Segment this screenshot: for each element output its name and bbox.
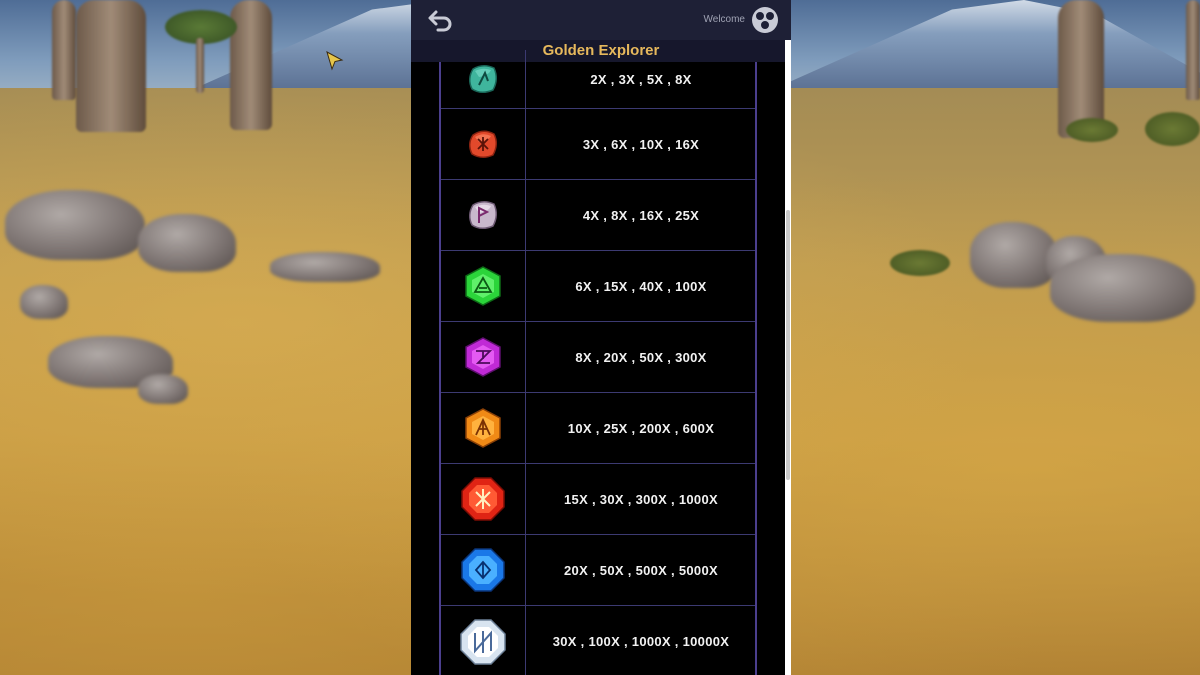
paytable-row: 8X , 20X , 50X , 300X [441,322,755,393]
rock [1050,254,1195,322]
payout-values: 4X , 8X , 16X , 25X [582,207,700,223]
purple-gem-icon [465,337,501,377]
rock [5,190,145,260]
rock [138,374,188,404]
symbol-cell [441,535,526,605]
red-rune-stone-icon [469,130,497,158]
payout-values: 15X , 30X , 300X , 1000X [564,491,718,507]
rock [970,222,1058,288]
paytable-grid: 2X , 3X , 5X , 8X 3X , 6X , 10X , 16X 4X… [439,50,757,675]
scrollbar[interactable] [785,40,791,675]
rock [270,252,380,282]
symbol-cell [441,251,526,321]
paytable-row: 6X , 15X , 40X , 100X [441,251,755,322]
payout-values: 3X , 6X , 10X , 16X [582,136,700,152]
baobab-tree [230,0,272,130]
green-gem-icon [465,266,501,306]
payout-values: 8X , 20X , 50X , 300X [575,349,707,365]
paytable-row: 3X , 6X , 10X , 16X [441,109,755,180]
symbol-cell [441,180,526,250]
payout-values: 2X , 3X , 5X , 8X [590,71,692,87]
rock [138,214,236,272]
paytable-row: 30X , 100X , 1000X , 10000X [441,606,755,675]
payout-values: 30X , 100X , 1000X , 10000X [552,634,730,649]
paytable-row: 4X , 8X , 16X , 25X [441,180,755,251]
bush [890,250,950,276]
bush [1066,118,1118,142]
payout-values: 20X , 50X , 500X , 5000X [564,562,718,578]
symbol-cell [441,50,526,108]
orange-gem-icon [465,408,501,448]
baobab-tree [1186,0,1200,100]
paytable-row: 20X , 50X , 500X , 5000X [441,535,755,606]
baobab-tree [76,0,146,132]
symbol-cell [441,393,526,463]
symbol-cell [441,464,526,534]
paytable-row: 15X , 30X , 300X , 1000X [441,464,755,535]
bush [1145,112,1200,146]
teal-rune-stone-icon [469,65,497,93]
welcome-label: Welcome [703,14,746,25]
payout-values: 6X , 15X , 40X , 100X [575,278,707,294]
scrollbar-thumb[interactable] [786,210,790,480]
top-bar: Welcome [411,0,791,40]
user-avatar-icon[interactable] [751,6,779,34]
white-diamond-icon [460,618,506,665]
mouse-cursor-icon [326,51,344,71]
paytable-row: 10X , 25X , 200X , 600X [441,393,755,464]
paytable-panel: Welcome Golden Explorer 2X , 3X , 5X , 8… [411,0,791,675]
acacia-trunk [196,38,204,93]
symbol-cell [441,109,526,179]
red-gem-icon [461,477,505,521]
baobab-tree [52,0,76,100]
paytable-row: 2X , 3X , 5X , 8X [441,50,755,109]
symbol-cell [441,322,526,392]
rock [20,285,68,319]
payout-values: 10X , 25X , 200X , 600X [567,420,715,436]
symbol-cell [441,606,526,675]
back-arrow-icon[interactable] [426,8,456,32]
lilac-rune-stone-icon [469,201,497,229]
blue-gem-icon [461,548,505,592]
